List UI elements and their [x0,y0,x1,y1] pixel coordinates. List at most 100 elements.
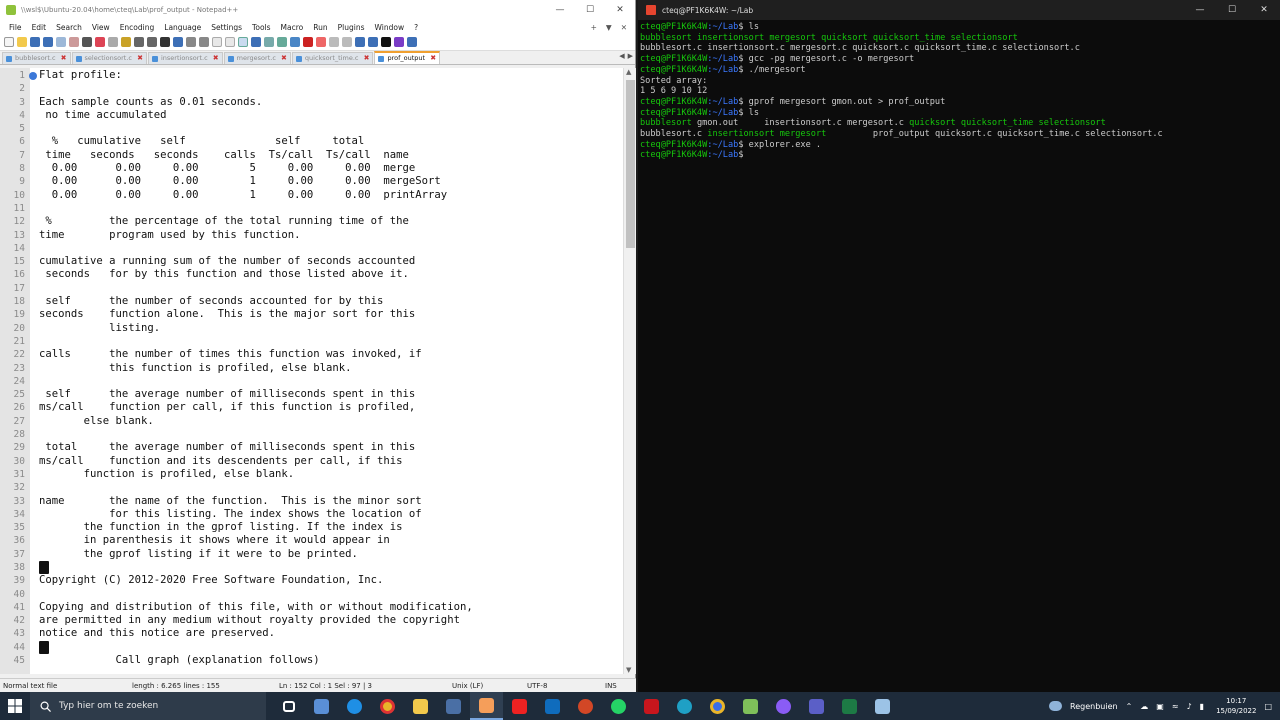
editor-line[interactable]: 37 the gprof listing if it were to be pr… [0,548,620,561]
close-button[interactable]: ✕ [605,0,635,20]
plus-icon[interactable]: + [591,23,597,32]
chevron-right-icon[interactable]: ▶ [628,52,633,60]
editor-line[interactable]: 41 Copying and distribution of this file,… [0,601,620,614]
menu-language[interactable]: Language [159,23,206,32]
save-icon[interactable] [30,37,40,47]
tab-bubblesort[interactable]: bubblesort.c ✖ [2,52,71,64]
editor-line[interactable]: 36 in parenthesis it shows where it woul… [0,534,620,547]
function-list-icon[interactable] [277,37,287,47]
editor-line[interactable]: 42 are permitted in any medium without ro… [0,614,620,627]
editor-line[interactable]: 3 Each sample counts as 0.01 seconds. [0,96,620,109]
close-button[interactable]: ✕ [1248,0,1280,20]
menu-tools[interactable]: Tools [247,23,275,32]
record-macro-icon[interactable] [316,37,326,47]
editor-line[interactable]: 32 [0,481,620,494]
settings-app-icon[interactable] [305,692,338,720]
editor-line[interactable]: 20 listing. [0,322,620,335]
editor-line[interactable]: 11 [0,202,620,215]
editor-line[interactable]: 43 notice and this notice are preserved. [0,627,620,640]
save-all-icon[interactable] [43,37,53,47]
notepad-icon[interactable] [734,692,767,720]
editor-line[interactable]: 38 FF [0,560,620,575]
menu-help[interactable]: ? [409,23,423,32]
menu-encoding[interactable]: Encoding [115,23,160,32]
editor-line[interactable]: 14 [0,242,620,255]
editor-line[interactable]: 22 calls the number of times this functio… [0,348,620,361]
menu-plugins[interactable]: Plugins [333,23,370,32]
close-tab-icon[interactable]: ✖ [213,54,219,62]
volume-icon[interactable]: ♪ [1187,702,1192,711]
stop-macro-icon[interactable] [329,37,339,47]
zoom-in-icon[interactable] [186,37,196,47]
editor-line[interactable]: 4 no time accumulated [0,109,620,122]
terminal-taskbar-icon[interactable] [866,692,899,720]
editor-line[interactable]: 35 the function in the gprof listing. If… [0,521,620,534]
editor-line[interactable]: 40 [0,588,620,601]
menu-settings[interactable]: Settings [206,23,247,32]
close-doc-icon[interactable]: ✕ [621,23,627,32]
abc-icon[interactable] [381,37,391,47]
menu-run[interactable]: Run [308,23,332,32]
menu-file[interactable]: File [4,23,27,32]
editor-line[interactable]: 26 ms/call function per call, if this fun… [0,401,620,414]
editor-line[interactable]: 27 else blank. [0,415,620,428]
terminal-output[interactable]: cteq@PF1K6K4W:~/Lab$ ls bubblesort insert… [638,20,1280,163]
editor-line[interactable]: 17 [0,282,620,295]
close-tab-icon[interactable]: ✖ [364,54,370,62]
cut-icon[interactable] [95,37,105,47]
undo-icon[interactable] [134,37,144,47]
editor-line[interactable]: 7 time seconds seconds calls Ts/call Ts/… [0,149,620,162]
tab-mergesort[interactable]: mergesort.c ✖ [223,52,291,64]
wifi-icon[interactable]: ≈ [1172,702,1179,711]
chrome-icon[interactable] [371,692,404,720]
menu-macro[interactable]: Macro [276,23,309,32]
doc-map-icon[interactable] [264,37,274,47]
editor-line[interactable]: 18 self the number of seconds accounted … [0,295,620,308]
editor-line[interactable]: 29 total the average number of milliseco… [0,441,620,454]
editor-line[interactable]: 23 this function is profiled, else blank… [0,362,620,375]
menu-window[interactable]: Window [370,23,410,32]
editor-line[interactable]: 2 [0,82,620,95]
folder-workspace-icon[interactable] [290,37,300,47]
monitor-icon[interactable] [303,37,313,47]
editor-line[interactable]: 31 function is profiled, else blank. [0,468,620,481]
editor-line[interactable]: 45 Call graph (explanation follows) [0,654,620,667]
notifications-icon[interactable]: □ [1264,702,1272,711]
editor-line[interactable]: 8 0.00 0.00 0.00 5 0.00 0.00 merge [0,162,620,175]
close-file-icon[interactable] [56,37,66,47]
new-file-icon[interactable] [4,37,14,47]
editor-line[interactable]: 1 Flat profile: [0,69,620,82]
cloud-icon[interactable]: ☁ [1140,702,1148,711]
notepadpp-taskbar-icon[interactable] [470,692,503,720]
file-explorer-icon[interactable] [404,692,437,720]
save-macro-icon[interactable] [368,37,378,47]
close-all-icon[interactable] [69,37,79,47]
clock[interactable]: 10:17 15/09/2022 [1216,696,1256,716]
editor-line[interactable]: 24 [0,375,620,388]
wrap-icon[interactable] [225,37,235,47]
editor-line[interactable]: 19 seconds function alone. This is the ma… [0,308,620,321]
editor-line[interactable]: 5 [0,122,620,135]
bookmark-icon[interactable] [29,72,37,80]
github-icon[interactable] [767,692,800,720]
outlook-icon[interactable] [536,692,569,720]
scroll-up-icon[interactable]: ▲ [626,68,631,76]
excel-icon[interactable] [833,692,866,720]
task-view-icon[interactable] [272,692,305,720]
edge-icon[interactable] [668,692,701,720]
text-editor[interactable]: 1 Flat profile: 2 3 Each sample counts as 0.… [0,68,636,674]
chevron-up-icon[interactable]: ⌃ [1126,702,1133,711]
vertical-scrollbar[interactable]: ▲ ▼ [623,68,636,674]
replace-icon[interactable] [173,37,183,47]
close-tab-icon[interactable]: ✖ [137,54,143,62]
editor-line[interactable]: 16 seconds for by this function and thos… [0,268,620,281]
battery-icon[interactable]: ▮ [1200,702,1204,711]
tab-prof-output[interactable]: prof_output ✖ [374,51,441,64]
chevron-down-icon[interactable]: ▼ [606,23,612,32]
tab-insertionsort[interactable]: insertionsort.c ✖ [147,52,223,64]
editor-line[interactable]: 15 cumulative a running sum of the number… [0,255,620,268]
editor-line[interactable]: 12 % the percentage of the total running… [0,215,620,228]
editor-line[interactable]: 30 ms/call function and its descendents p… [0,455,620,468]
editor-line[interactable]: 21 [0,335,620,348]
teams-icon[interactable] [800,692,833,720]
